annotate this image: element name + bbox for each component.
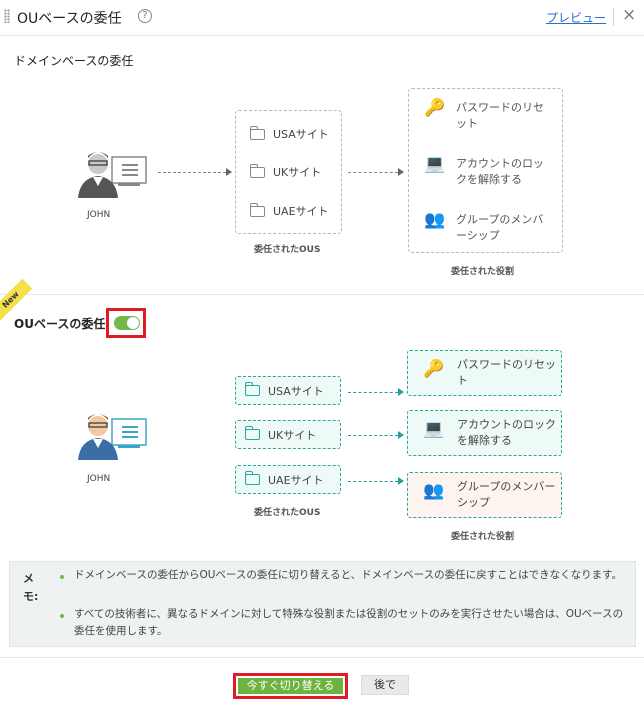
ou-role-password: 🔑 パスワードのリセット xyxy=(407,350,562,396)
domain-user-name: JOHN xyxy=(87,210,111,220)
ou-role-group: 👥 グループのメンバー シップ xyxy=(407,472,562,518)
folder-icon xyxy=(245,382,260,396)
switch-now-button[interactable]: 今すぐ切り替える xyxy=(238,678,343,694)
domain-role-group: グループのメンバ ーシップ xyxy=(456,213,544,242)
domain-arrow-1 xyxy=(158,168,232,176)
ou-section-title: OUベースの委任 xyxy=(14,317,106,331)
ou-site-uk: UKサイト xyxy=(235,420,341,449)
bullet-icon xyxy=(60,614,64,618)
ou-sites-caption: 委任されたOUS xyxy=(254,508,321,518)
toggle-knob xyxy=(127,317,139,329)
domain-role-password: パスワードのリセ ット xyxy=(456,101,544,130)
dialog-title: OUベースの委任 xyxy=(17,11,122,27)
user-with-monitor-icon xyxy=(78,152,147,198)
ou-site-usa: USAサイト xyxy=(235,376,341,405)
folder-icon xyxy=(245,426,260,440)
domain-arrow-2 xyxy=(348,168,404,176)
domain-roles-caption: 委任された役割 xyxy=(451,267,515,277)
ou-delegation-toggle[interactable] xyxy=(114,316,140,330)
key-user-icon: 🔑 xyxy=(424,98,446,118)
drag-handle-icon[interactable] xyxy=(4,9,10,23)
close-icon[interactable]: × xyxy=(622,5,636,25)
ou-arrow-uk xyxy=(348,431,404,439)
header-divider xyxy=(613,8,614,26)
group-users-icon: 👥 xyxy=(423,481,445,501)
preview-link[interactable]: プレビュー xyxy=(546,9,606,26)
folder-icon xyxy=(245,471,260,485)
ou-user-name: JOHN xyxy=(87,474,111,484)
domain-section-title: ドメインベースの委任 xyxy=(14,54,134,68)
note-item: ドメインベースの委任からOUベースの委任に切り替えると、ドメインベースの委任に戻… xyxy=(74,569,623,581)
help-icon[interactable]: ? xyxy=(138,9,152,23)
folder-icon xyxy=(250,202,265,217)
domain-site-uk: UKサイト xyxy=(250,163,321,180)
folder-icon xyxy=(250,125,265,140)
ou-arrow-uae xyxy=(348,477,404,485)
laptop-lock-icon: 💻 xyxy=(424,154,446,174)
ou-role-unlock: 💻 アカウントのロック を解除する xyxy=(407,410,562,456)
dialog-header: OUベースの委任 ? プレビュー × xyxy=(0,0,644,36)
ou-arrow-usa xyxy=(348,388,404,396)
ou-site-uae: UAEサイト xyxy=(235,465,341,494)
note-box: メモ: ドメインベースの委任からOUベースの委任に切り替えると、ドメインベースの… xyxy=(9,561,636,647)
section-divider xyxy=(0,294,644,295)
domain-sites-caption: 委任されたOUS xyxy=(254,245,321,255)
footer-divider xyxy=(0,657,644,658)
ou-roles-caption: 委任された役割 xyxy=(451,532,515,542)
user-with-monitor-icon xyxy=(78,414,147,460)
group-users-icon: 👥 xyxy=(424,210,446,230)
folder-icon xyxy=(250,163,265,178)
domain-site-usa: USAサイト xyxy=(250,125,329,142)
bullet-icon xyxy=(60,575,64,579)
laptop-lock-icon: 💻 xyxy=(423,419,445,439)
later-button[interactable]: 後で xyxy=(361,675,409,695)
domain-site-uae: UAEサイト xyxy=(250,202,329,219)
key-user-icon: 🔑 xyxy=(423,359,445,379)
domain-role-unlock: アカウントのロッ クを解除する xyxy=(456,157,544,186)
note-item: すべての技術者に、異なるドメインに対して特殊な役割または役割のセットのみを実行さ… xyxy=(74,608,624,637)
note-label: メモ: xyxy=(23,572,39,603)
ou-toggle-highlight xyxy=(106,308,146,338)
switch-now-highlight: 今すぐ切り替える xyxy=(233,673,348,699)
